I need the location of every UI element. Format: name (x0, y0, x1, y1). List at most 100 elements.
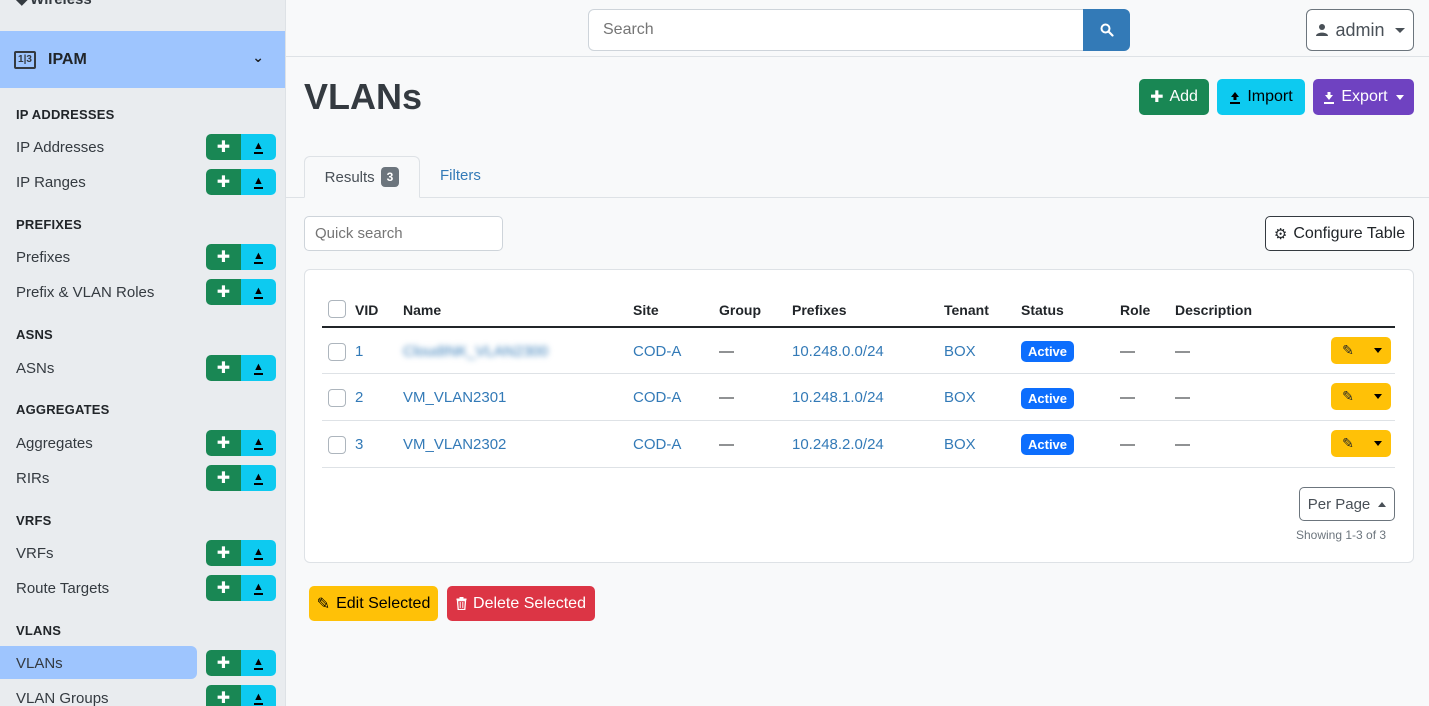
quick-search-input[interactable] (304, 216, 503, 251)
row-vid-link[interactable]: 3 (355, 436, 363, 453)
sidebar-item-prefix-vlan-roles[interactable]: Prefix & VLAN Roles ✚ ▲ (0, 275, 285, 309)
row-name-link[interactable]: VM_VLAN2302 (403, 436, 506, 453)
add-vrf-button[interactable]: ✚ (206, 540, 241, 566)
import-prefix-button[interactable]: ▲ (241, 244, 276, 270)
row-select-checkbox[interactable] (328, 389, 346, 407)
configure-table-button[interactable]: ⚙ Configure Table (1265, 216, 1414, 251)
search-button[interactable] (1083, 9, 1130, 51)
row-prefix-link[interactable]: 10.248.2.0/24 (792, 436, 884, 453)
add-ip-range-button[interactable]: ✚ (206, 169, 241, 195)
add-prefix-button[interactable]: ✚ (206, 244, 241, 270)
per-page-dropdown[interactable]: Per Page (1299, 487, 1395, 521)
user-name: admin (1335, 19, 1385, 40)
results-count-badge: 3 (380, 167, 400, 187)
tab-results[interactable]: Results 3 (304, 156, 420, 198)
column-header-tenant[interactable]: Tenant (944, 302, 989, 318)
export-button[interactable]: Export (1313, 79, 1414, 115)
column-header-site[interactable]: Site (633, 302, 659, 318)
import-rir-button[interactable]: ▲ (241, 465, 276, 491)
add-button[interactable]: ✚ Add (1139, 79, 1209, 115)
add-vlan-button[interactable]: ✚ (206, 650, 241, 676)
row-action-dropdown[interactable] (1365, 394, 1391, 399)
column-header-group[interactable]: Group (719, 302, 761, 318)
upload-icon: ▲ (253, 360, 264, 375)
upload-icon: ▲ (253, 435, 264, 450)
column-header-status[interactable]: Status (1021, 302, 1064, 318)
sidebar-item-ip-ranges[interactable]: IP Ranges ✚ ▲ (0, 165, 285, 199)
import-route-target-button[interactable]: ▲ (241, 575, 276, 601)
row-site-link[interactable]: COD-A (633, 436, 681, 453)
import-vrf-button[interactable]: ▲ (241, 540, 276, 566)
sidebar-item-vlans[interactable]: VLANs ✚ ▲ (0, 646, 285, 680)
plus-icon: ✚ (216, 249, 231, 266)
import-button[interactable]: Import (1217, 79, 1305, 115)
row-tenant-link[interactable]: BOX (944, 436, 976, 453)
column-header-prefixes[interactable]: Prefixes (792, 302, 846, 318)
row-prefix-link[interactable]: 10.248.0.0/24 (792, 343, 884, 360)
row-vid-link[interactable]: 1 (355, 343, 363, 360)
row-edit-button[interactable]: ✎ (1331, 430, 1391, 457)
caret-down-icon (1374, 348, 1382, 353)
sidebar-item-label: VRFs (16, 544, 54, 562)
row-site-link[interactable]: COD-A (633, 389, 681, 406)
import-ip-range-button[interactable]: ▲ (241, 169, 276, 195)
add-route-target-button[interactable]: ✚ (206, 575, 241, 601)
row-select-checkbox[interactable] (328, 436, 346, 454)
sidebar-item-label: Route Targets (16, 579, 110, 597)
status-badge: Active (1021, 434, 1075, 455)
row-action-dropdown[interactable] (1365, 348, 1391, 353)
import-ip-address-button[interactable]: ▲ (241, 134, 276, 160)
delete-selected-label: Delete Selected (473, 594, 586, 612)
column-header-vid[interactable]: VID (355, 302, 378, 318)
row-role: — (1120, 343, 1135, 360)
sidebar-item-aggregates[interactable]: Aggregates ✚ ▲ (0, 426, 285, 460)
sidebar-item-vlan-groups[interactable]: VLAN Groups ✚ ▲ (0, 681, 285, 706)
row-action-dropdown[interactable] (1365, 441, 1391, 446)
sidebar-item-ip-addresses[interactable]: IP Addresses ✚ ▲ (0, 130, 285, 164)
add-ip-address-button[interactable]: ✚ (206, 134, 241, 160)
add-asn-button[interactable]: ✚ (206, 355, 241, 381)
user-menu-button[interactable]: admin (1306, 9, 1414, 51)
sidebar-item-rirs[interactable]: RIRs ✚ ▲ (0, 461, 285, 495)
add-vlan-group-button[interactable]: ✚ (206, 685, 241, 706)
column-header-name[interactable]: Name (403, 302, 441, 318)
column-header-description[interactable]: Description (1175, 302, 1252, 318)
row-prefix-link[interactable]: 10.248.1.0/24 (792, 389, 884, 406)
edit-selected-button[interactable]: ✎ Edit Selected (309, 586, 438, 621)
import-vlan-button[interactable]: ▲ (241, 650, 276, 676)
tab-filters[interactable]: Filters (440, 167, 481, 184)
row-vid-link[interactable]: 2 (355, 389, 363, 406)
search-icon (1100, 23, 1114, 37)
select-all-checkbox[interactable] (328, 300, 346, 318)
add-aggregate-button[interactable]: ✚ (206, 430, 241, 456)
row-edit-button[interactable]: ✎ (1331, 383, 1391, 410)
delete-selected-button[interactable]: Delete Selected (447, 586, 595, 621)
sidebar-item-label: RIRs (16, 469, 50, 487)
sidebar-item-asns[interactable]: ASNs ✚ ▲ (0, 351, 285, 385)
add-role-button[interactable]: ✚ (206, 279, 241, 305)
row-edit-button[interactable]: ✎ (1331, 337, 1391, 364)
sidebar-item-wireless[interactable]: ◆ Wireless (16, 0, 92, 8)
row-name-link[interactable]: VM_VLAN2301 (403, 389, 506, 406)
add-rir-button[interactable]: ✚ (206, 465, 241, 491)
column-header-role[interactable]: Role (1120, 302, 1150, 318)
row-tenant-link[interactable]: BOX (944, 343, 976, 360)
import-aggregate-button[interactable]: ▲ (241, 430, 276, 456)
sidebar-item-vrfs[interactable]: VRFs ✚ ▲ (0, 536, 285, 570)
sidebar-item-route-targets[interactable]: Route Targets ✚ ▲ (0, 571, 285, 605)
sidebar-group-ipam[interactable]: 1|3 IPAM ⌄ (0, 31, 285, 88)
row-name-link[interactable]: CloudINK_VLAN2300 (403, 343, 548, 360)
row-select-checkbox[interactable] (328, 343, 346, 361)
row-site-link[interactable]: COD-A (633, 343, 681, 360)
import-role-button[interactable]: ▲ (241, 279, 276, 305)
import-asn-button[interactable]: ▲ (241, 355, 276, 381)
sidebar-item-prefixes[interactable]: Prefixes ✚ ▲ (0, 240, 285, 274)
row-group: — (719, 343, 734, 360)
plus-icon: ✚ (216, 284, 231, 301)
pencil-icon: ✎ (1342, 388, 1354, 404)
row-tenant-link[interactable]: BOX (944, 389, 976, 406)
add-button-label: Add (1169, 88, 1198, 105)
import-button-label: Import (1247, 88, 1293, 105)
import-vlan-group-button[interactable]: ▲ (241, 685, 276, 706)
global-search-input[interactable] (588, 9, 1084, 51)
